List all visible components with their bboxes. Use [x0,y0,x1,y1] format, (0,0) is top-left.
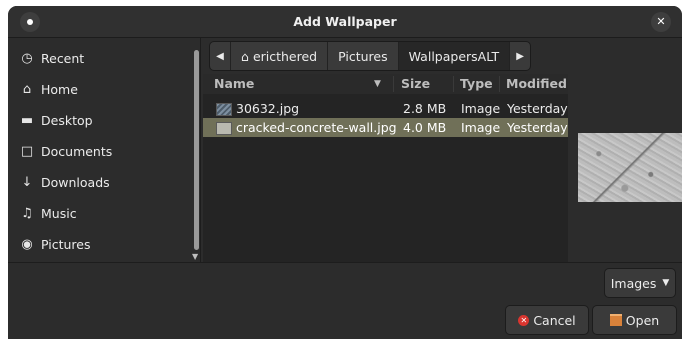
file-modified: Yesterday [507,120,568,135]
sidebar-item-label: Documents [41,144,113,159]
file-type: Image [461,120,501,135]
column-divider [393,76,394,92]
sidebar-item-desktop[interactable]: ▬ Desktop [8,105,192,136]
file-type: Image [461,101,501,116]
sidebar-item-downloads[interactable]: ↓ Downloads [8,167,192,198]
path-segment-wallpapersalt[interactable]: WallpapersALT [398,42,511,70]
sidebar-divider [200,38,201,262]
image-thumbnail-icon [216,122,232,135]
sidebar-item-label: Recent [41,51,85,66]
sidebar-item-label: Music [41,206,77,221]
path-segment-label: WallpapersALT [408,48,500,64]
music-icon: ♫ [21,206,33,221]
file-chooser-dialog: Add Wallpaper ✕ ◷ Recent ⌂ Home ▬ Deskto… [8,6,682,339]
home-icon: ⌂ [22,82,32,97]
chevron-down-icon: ▼ [662,278,670,288]
chevron-right-icon: ▶ [516,50,524,62]
cancel-button[interactable]: ✕ Cancel [505,305,589,335]
column-header-type[interactable]: Type [460,74,493,94]
file-name: cracked-concrete-wall.jpg [236,120,397,135]
close-icon: ✕ [656,15,666,28]
path-segment-home[interactable]: ⌂ ericthered [231,42,329,70]
dialog-title: Add Wallpaper [293,14,397,29]
image-thumbnail-icon [216,103,232,116]
sidebar-item-label: Downloads [41,175,110,190]
column-header-name[interactable]: Name [214,74,254,94]
column-divider [453,76,454,92]
path-segment-pictures[interactable]: Pictures [328,42,399,70]
sidebar-scrollbar-thumb[interactable] [194,50,199,250]
file-name: 30632.jpg [236,101,300,116]
document-icon: □ [20,144,34,159]
column-header-size[interactable]: Size [401,74,430,94]
sidebar-item-pictures[interactable]: ◉ Pictures [8,229,192,260]
file-size: 4.0 MB [403,120,447,135]
sidebar-item-documents[interactable]: □ Documents [8,136,192,167]
column-divider [499,76,500,92]
file-list: Name ▼ Size Type Modified 30632.jpg 2.8 … [203,74,568,262]
cancel-icon: ✕ [518,314,530,326]
folder-icon: ▬ [20,113,34,128]
file-row-selected[interactable]: cracked-concrete-wall.jpg 4.0 MB Image Y… [203,118,568,137]
path-segment-label: ericthered [252,48,318,64]
sidebar-item-label: Desktop [41,113,93,128]
download-icon: ↓ [21,175,33,190]
file-row[interactable]: 30632.jpg 2.8 MB Image Yesterday [203,99,568,118]
image-preview [578,133,682,202]
path-forward-button[interactable]: ▶ [510,42,530,70]
sidebar-item-label: Pictures [41,237,91,252]
file-modified: Yesterday [507,101,568,116]
path-segment-label: Pictures [338,48,388,64]
chevron-left-icon: ◀ [216,50,224,62]
path-back-button[interactable]: ◀ [210,42,231,70]
column-header-modified[interactable]: Modified [506,74,567,94]
sort-descending-icon[interactable]: ▼ [374,74,381,94]
clock-icon: ◷ [21,51,33,66]
camera-icon: ◉ [21,237,33,252]
folder-open-icon [609,314,622,326]
titlebar: Add Wallpaper ✕ [8,6,682,38]
places-sidebar: ◷ Recent ⌂ Home ▬ Desktop □ Documents ↓ … [8,38,203,262]
sidebar-item-music[interactable]: ♫ Music [8,198,192,229]
home-icon: ⌂ [241,48,249,64]
path-bar: ◀ ⌂ ericthered Pictures WallpapersALT ▶ [209,41,532,71]
cancel-label: Cancel [533,312,576,328]
sidebar-item-label: Home [41,82,78,97]
sidebar-item-home[interactable]: ⌂ Home [8,74,192,105]
close-button[interactable]: ✕ [651,12,671,32]
file-size: 2.8 MB [403,101,447,116]
sidebar-item-recent[interactable]: ◷ Recent [8,43,192,74]
open-button[interactable]: Open [592,305,677,335]
filter-label: Images [610,275,657,291]
open-label: Open [625,312,660,328]
dialog-action-area: Images ▼ ✕ Cancel Open [8,262,682,339]
scroll-down-arrow-icon[interactable]: ▼ [192,252,198,261]
file-type-filter-dropdown[interactable]: Images ▼ [604,268,676,298]
